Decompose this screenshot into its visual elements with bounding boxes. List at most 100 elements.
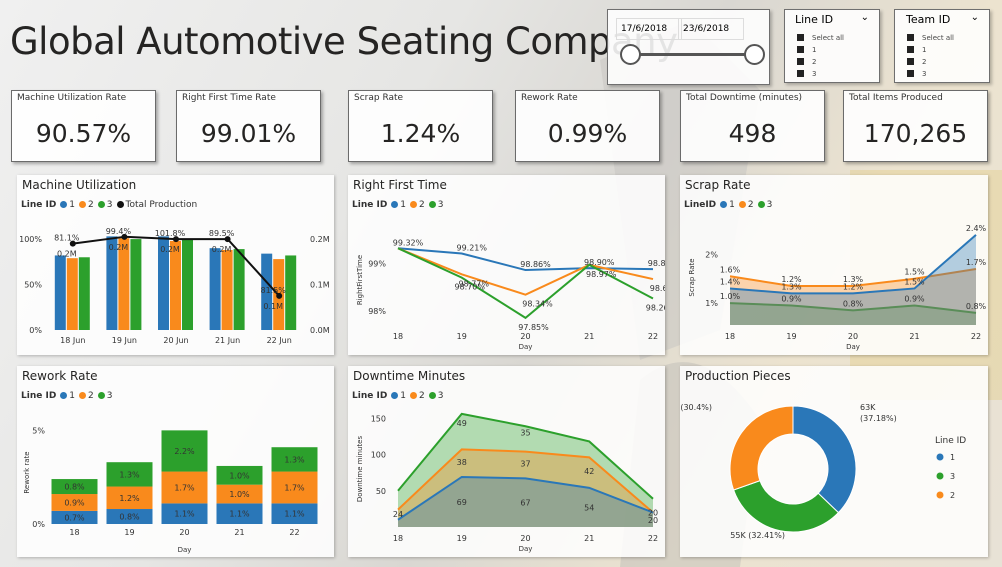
scrap-rate-chart[interactable]: Scrap Rate LineID 1 2 3 Scrap Rate Day 18 19 20… xyxy=(680,175,988,355)
data-label: 1.2% xyxy=(781,275,802,284)
kpi-value: 498 xyxy=(728,119,777,148)
x-tick-label: 20 Jun xyxy=(163,336,188,345)
data-label: 99.32% xyxy=(393,238,424,247)
y-tick-label: 0% xyxy=(32,520,45,529)
bar-value-label: 89.5% xyxy=(209,229,235,238)
data-label: 1.1% xyxy=(174,510,195,519)
bar xyxy=(209,248,221,330)
bar-value-label: 81.1% xyxy=(54,234,80,243)
slice-label: (37.18%) xyxy=(860,414,897,423)
select-all-option[interactable]: Select all xyxy=(797,32,844,44)
data-label: 1.1% xyxy=(284,510,305,519)
data-label: 1.0% xyxy=(229,490,250,499)
data-label: 98.70% xyxy=(454,283,485,292)
checkbox[interactable] xyxy=(797,34,804,41)
x-tick-label: 20 xyxy=(520,332,530,341)
option-label: 1 xyxy=(922,46,927,54)
select-all-option[interactable]: Select all xyxy=(907,32,954,44)
checkbox[interactable] xyxy=(797,70,804,77)
bar xyxy=(285,255,297,330)
chart-plot: Scrap Rate Day 18 19 20 21 22 1% 2% 1.4% 1.3% 1.2% 1… xyxy=(688,224,987,351)
legend-marker xyxy=(936,491,944,499)
x-tick-label: 22 xyxy=(289,528,299,537)
y-tick-label: 98% xyxy=(368,307,386,316)
date-slider-start-handle[interactable] xyxy=(620,44,641,65)
kpi-label: Scrap Rate xyxy=(354,93,404,103)
chart-plot: Rework rate Day 0% 5% 0.7% 0.9% 0.8% 18 0.8% 1.2%… xyxy=(23,426,318,554)
chart-plot: 63K (37.18%) 55K (32.41%) 52K (30.4%) Line I… xyxy=(680,403,966,540)
kpi-label: Right First Time Rate xyxy=(182,93,276,103)
chevron-down-icon[interactable]: ⌄ xyxy=(861,12,869,23)
team-option-2[interactable]: 2 xyxy=(907,56,954,68)
x-tick-label: 21 xyxy=(909,332,919,341)
line-value-label: 0.1M xyxy=(263,302,283,311)
kpi-total-items: Total Items Produced 170,265 xyxy=(843,90,988,162)
x-tick-label: 20 xyxy=(520,534,530,543)
x-tick-label: 21 xyxy=(234,528,244,537)
data-label: 24 xyxy=(393,510,403,519)
line-option-1[interactable]: 1 xyxy=(797,44,844,56)
right-first-time-chart[interactable]: Right First Time Line ID 1 2 3 RightFirstTi… xyxy=(348,175,665,355)
y-tick-label: 5% xyxy=(32,426,45,435)
data-label: 2.2% xyxy=(174,447,195,456)
data-label: 1.0% xyxy=(720,292,741,301)
kpi-machine-utilization: Machine Utilization Rate 90.57% xyxy=(11,90,156,162)
data-label: 97.85% xyxy=(518,323,549,332)
chevron-down-icon[interactable]: ⌄ xyxy=(971,12,979,23)
bar xyxy=(78,257,90,330)
data-label: 67 xyxy=(520,499,530,508)
bar xyxy=(130,239,142,330)
checkbox[interactable] xyxy=(907,46,914,53)
legend-marker xyxy=(936,453,944,461)
team-option-1[interactable]: 1 xyxy=(907,44,954,56)
rework-rate-chart[interactable]: Rework Rate Line ID 1 2 3 Rework rate Day 0% 5… xyxy=(17,366,334,557)
y-tick-label: 100 xyxy=(371,451,386,460)
team-option-3[interactable]: 3 xyxy=(907,68,954,80)
date-slider-track[interactable] xyxy=(628,53,753,56)
checkbox[interactable] xyxy=(797,46,804,53)
y2-tick-label: 0.2M xyxy=(310,235,330,244)
end-date-field[interactable]: 23/6/2018 xyxy=(678,18,744,40)
data-label: 0.8% xyxy=(64,483,85,492)
team-id-slicer[interactable]: Team ID ⌄ Select all 1 2 3 xyxy=(894,9,990,83)
data-label: 1.5% xyxy=(904,277,925,286)
bar xyxy=(118,238,130,330)
bar xyxy=(66,258,78,330)
data-label: 0.9% xyxy=(904,295,925,304)
kpi-rework-rate: Rework Rate 0.99% xyxy=(515,90,660,162)
kpi-right-first-time: Right First Time Rate 99.01% xyxy=(176,90,321,162)
date-slider-end-handle[interactable] xyxy=(744,44,765,65)
line-id-slicer[interactable]: Line ID ⌄ Select all 1 2 3 xyxy=(784,9,880,83)
data-label: 37 xyxy=(520,460,530,469)
checkbox[interactable] xyxy=(797,58,804,65)
x-tick-label: 18 xyxy=(725,332,735,341)
checkbox[interactable] xyxy=(907,34,914,41)
data-label: 1.7% xyxy=(284,483,305,492)
bar xyxy=(54,255,66,330)
bar-value-label: 101.8% xyxy=(155,229,186,238)
x-tick-label: 19 xyxy=(124,528,134,537)
data-label: 98.86% xyxy=(520,260,551,269)
x-tick-label: 20 xyxy=(179,528,189,537)
y-axis-title: Downtime minutes xyxy=(356,436,364,503)
y-axis-title: Rework rate xyxy=(23,451,31,493)
y-tick-label: 0% xyxy=(29,326,42,335)
checkbox[interactable] xyxy=(907,70,914,77)
data-label: 0.8% xyxy=(119,513,140,522)
chart-plot: 0% 50% 100% 0.0M 0.1M 0.2M 18 Jun 19 Jun 20 Jun 2… xyxy=(19,227,330,345)
checkbox[interactable] xyxy=(907,58,914,65)
line-option-3[interactable]: 3 xyxy=(797,68,844,80)
x-tick-label: 19 Jun xyxy=(112,336,137,345)
start-date-field[interactable]: 17/6/2018 xyxy=(616,18,682,40)
bar xyxy=(233,249,245,330)
slice-label: 52K (30.4%) xyxy=(680,403,712,412)
downtime-minutes-chart[interactable]: Downtime Minutes Line ID 1 2 3 Downtime min… xyxy=(348,366,665,557)
machine-utilization-chart[interactable]: Machine Utilization Line ID 1 2 3 Total Prod… xyxy=(17,175,334,355)
data-label: 35 xyxy=(520,429,530,438)
production-pieces-chart[interactable]: Production Pieces 63K (37.18%) 55K (32.41%… xyxy=(680,366,988,557)
date-range-slicer[interactable]: 17/6/2018 23/6/2018 xyxy=(607,9,770,85)
line-option-2[interactable]: 2 xyxy=(797,56,844,68)
y-tick-label: 50% xyxy=(24,281,42,290)
x-tick-label: 21 xyxy=(584,534,594,543)
kpi-value: 90.57% xyxy=(35,119,132,148)
